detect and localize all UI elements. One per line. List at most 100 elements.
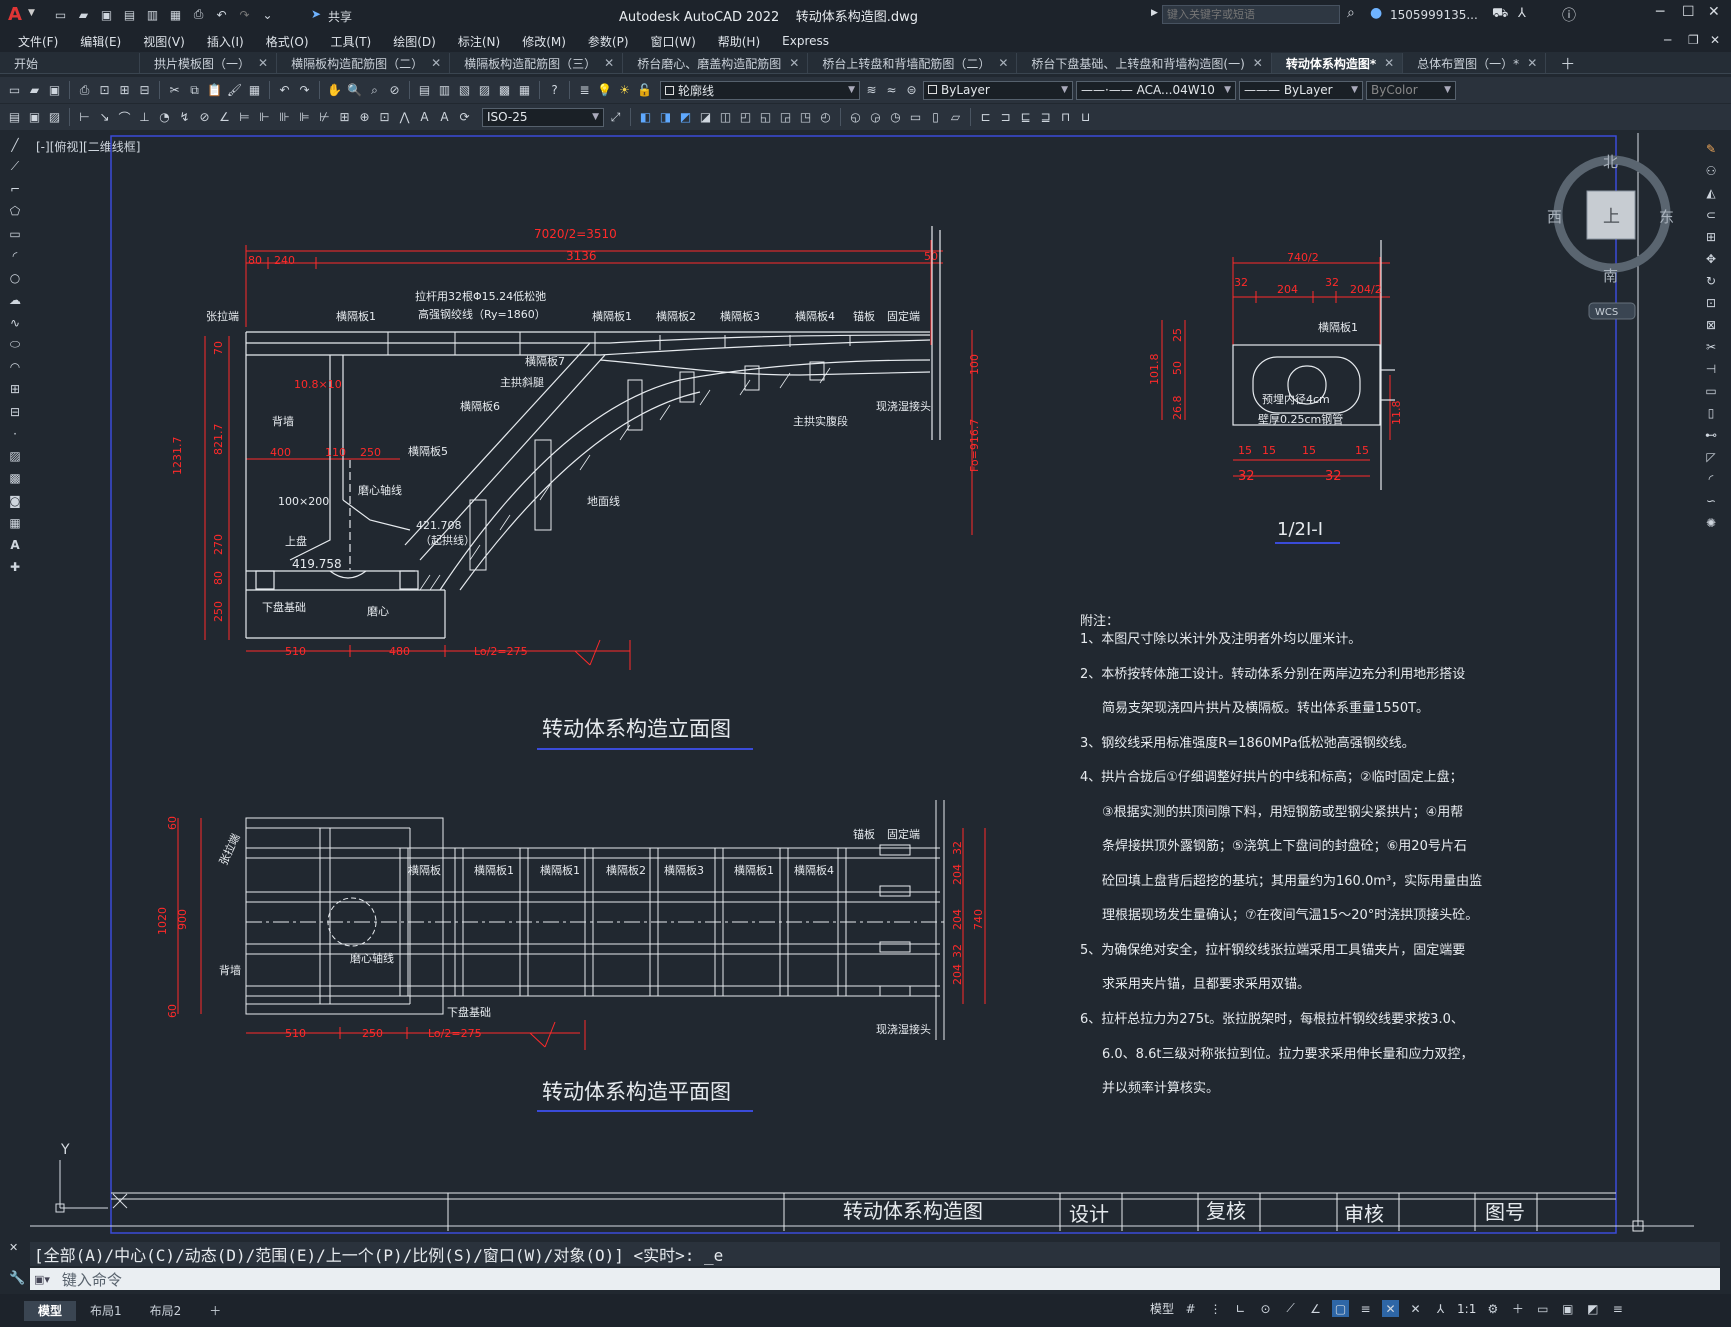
ucs-object-icon[interactable]: ⊓ (1057, 109, 1074, 126)
plotstyle-dropdown[interactable]: ByColor ▼ (1366, 80, 1456, 100)
menu-view[interactable]: 视图(V) (132, 33, 196, 50)
tab-file-4[interactable]: 桥台磨心、磨盖构造配筋图 ✕ (623, 53, 809, 73)
extend-icon[interactable]: ⊣ (1702, 360, 1720, 378)
open-web-icon[interactable]: ▥ (144, 6, 161, 23)
chamfer-icon[interactable]: ◸ (1702, 448, 1720, 466)
insert-block-icon[interactable]: ⊞ (6, 381, 24, 398)
visual-style-real-icon[interactable]: ▭ (907, 109, 924, 126)
dim-space-icon[interactable]: ⊫ (296, 109, 313, 126)
viewcube-top-label[interactable]: 上 (1603, 207, 1620, 227)
tab-close-icon[interactable]: ✕ (258, 56, 268, 70)
ucs-previous-icon[interactable]: ⊑ (1017, 109, 1034, 126)
maximize-icon[interactable]: ☐ (1682, 4, 1695, 20)
visual-style-2d-icon[interactable]: ◵ (847, 109, 864, 126)
auto-scale-icon[interactable]: ✕ (1407, 1300, 1424, 1317)
layer-on-icon[interactable]: 💡 (596, 82, 613, 99)
array-icon[interactable]: ⊞ (1702, 228, 1720, 246)
layer-dropdown[interactable]: 轮廓线 ▼ (660, 80, 860, 100)
menu-dimension[interactable]: 标注(N) (447, 33, 511, 50)
move-icon[interactable]: ✥ (1702, 250, 1720, 268)
autodesk-a360-icon[interactable]: ⅄ (1518, 6, 1526, 21)
tab-file-1[interactable]: 拱片模板图（一） ✕ (140, 53, 278, 73)
command-wrench-icon[interactable]: 🔧 (9, 1271, 25, 1286)
help-icon[interactable]: ? (546, 82, 563, 99)
gradient-icon[interactable]: ▩ (6, 470, 24, 487)
add-layout-button[interactable]: ＋ (195, 1301, 235, 1321)
view-right-icon[interactable]: ◪ (697, 109, 714, 126)
break-at-point-icon[interactable]: ▭ (1702, 382, 1720, 400)
view-back-icon[interactable]: ◰ (737, 109, 754, 126)
search-icon[interactable]: ⌕ (1347, 5, 1355, 21)
construction-line-icon[interactable]: ⟋ (6, 158, 24, 175)
rectangle-icon[interactable]: ▭ (6, 225, 24, 242)
properties-icon[interactable]: ▤ (416, 82, 433, 99)
paste-icon[interactable]: 📋 (206, 82, 223, 99)
spline-icon[interactable]: ∿ (6, 314, 24, 331)
hatch-icon[interactable]: ▨ (46, 109, 63, 126)
design-center-icon[interactable]: ▥ (436, 82, 453, 99)
trim-icon[interactable]: ✂ (1702, 338, 1720, 356)
undo-icon[interactable]: ↶ (213, 6, 230, 23)
copy-icon[interactable]: ⧉ (186, 82, 203, 99)
annotation-visibility-icon[interactable]: ✕ (1382, 1300, 1400, 1317)
menu-edit[interactable]: 编辑(E) (69, 33, 132, 50)
compass-south[interactable]: 南 (1603, 267, 1618, 285)
inspection-icon[interactable]: ⊡ (376, 109, 393, 126)
zoom-previous-icon[interactable]: ⊘ (386, 82, 403, 99)
tab-start[interactable]: 开始 (0, 53, 140, 73)
command-close-icon[interactable]: ✕ (9, 1241, 18, 1254)
ucs-world-icon[interactable]: ⊐ (997, 109, 1014, 126)
save-web-icon[interactable]: ▦ (167, 6, 184, 23)
tab-file-2[interactable]: 横隔板构造配筋图（二） ✕ (277, 53, 451, 73)
open-icon[interactable]: ▰ (26, 82, 43, 99)
layer-properties-icon[interactable]: ≣ (576, 82, 593, 99)
view-left-icon[interactable]: ◩ (677, 109, 694, 126)
app-menu-chevron-icon[interactable]: ▼ (28, 8, 35, 18)
copy-object-icon[interactable]: ⚇ (1702, 162, 1720, 180)
ucs-view-icon[interactable]: ⊔ (1077, 109, 1094, 126)
join-icon[interactable]: ⊷ (1702, 426, 1720, 444)
viewcube[interactable]: 上 北 南 东 西 WCS (1547, 153, 1674, 320)
redo-icon[interactable]: ↷ (236, 6, 253, 23)
new-file-icon[interactable]: ▭ (52, 6, 69, 23)
command-prompt-icon[interactable]: ▣▾ (34, 1273, 50, 1286)
revision-cloud-icon[interactable]: ☁ (6, 292, 24, 309)
ellipse-icon[interactable]: ⬭ (6, 336, 24, 353)
polyline-icon[interactable]: ⌐ (6, 181, 24, 198)
layer-lock-icon[interactable]: 🔓 (636, 82, 653, 99)
plot-preview-icon[interactable]: ⊡ (96, 82, 113, 99)
snap-icon[interactable]: ⋮ (1207, 1300, 1224, 1317)
doc-restore-icon[interactable]: ❐ (1688, 33, 1699, 47)
polygon-icon[interactable]: ⬠ (6, 203, 24, 220)
dim-linear-icon[interactable]: ⊢ (76, 109, 93, 126)
layer-state-icon[interactable]: ⊜ (903, 82, 920, 99)
make-current-icon[interactable]: ≋ (863, 82, 880, 99)
redo-icon[interactable]: ↷ (296, 82, 313, 99)
ucs-icon[interactable]: ⊏ (977, 109, 994, 126)
doc-minimize-icon[interactable]: ─ (1664, 33, 1671, 47)
command-input[interactable]: ▣▾ 键入命令 (30, 1268, 1720, 1290)
rotate-icon[interactable]: ↻ (1702, 272, 1720, 290)
lineweight-icon[interactable]: ≡ (1357, 1300, 1374, 1317)
baseline-icon[interactable]: ⊩ (256, 109, 273, 126)
menu-tools[interactable]: 工具(T) (320, 33, 383, 50)
polar-icon[interactable]: ⊙ (1257, 1300, 1274, 1317)
quick-properties-icon[interactable]: ▣ (1559, 1300, 1576, 1317)
match-properties-icon[interactable]: 🖌 (226, 82, 243, 99)
layout-tab-1[interactable]: 布局1 (76, 1301, 136, 1321)
search-input[interactable] (1162, 5, 1340, 24)
visual-style-3d-icon[interactable]: ◶ (867, 109, 884, 126)
new-tab-button[interactable]: ＋ (1546, 53, 1583, 73)
save-icon[interactable]: ▣ (46, 82, 63, 99)
object-snap-tracking-icon[interactable]: ∠ (1307, 1300, 1324, 1317)
dim-update-icon[interactable]: ⟳ (456, 109, 473, 126)
user-icon[interactable]: ● (1370, 5, 1382, 21)
menu-express[interactable]: Express (771, 34, 840, 48)
dim-jogged-icon[interactable]: ↯ (176, 109, 193, 126)
tool-palettes-icon[interactable]: ▧ (456, 82, 473, 99)
cart-icon[interactable]: ⛟ (1492, 6, 1508, 23)
ellipse-arc-icon[interactable]: ◠ (6, 359, 24, 376)
lineweight-dropdown[interactable]: ——— ByLayer ▼ (1239, 80, 1363, 100)
plot-icon[interactable]: ⎙ (190, 6, 207, 23)
menu-parametric[interactable]: 参数(P) (577, 33, 640, 50)
